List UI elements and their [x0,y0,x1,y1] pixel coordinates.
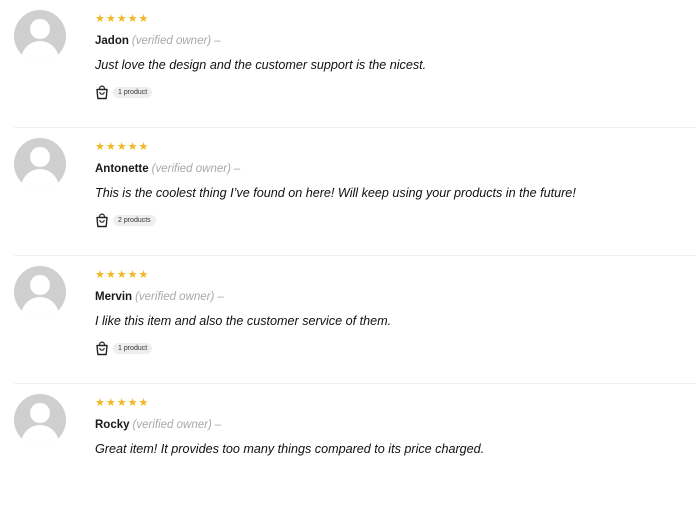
meta-dash: – [233,163,241,175]
shopping-bag-icon [96,213,108,228]
shopping-bag-icon [96,85,108,100]
verified-owner-label: (verified owner) [135,291,215,303]
author-name: Jadon [95,35,129,47]
user-silhouette-icon [20,275,60,318]
review-item: ★★★★★ Jadon (verified owner) – Just love t… [0,0,696,128]
user-silhouette-icon [20,19,60,62]
star-rating: ★★★★★ [95,13,150,25]
verified-owner-label: (verified owner) [131,35,212,47]
star-rating: ★★★★★ [95,269,150,281]
review-item: ★★★★★ Rocky (verified owner) – Great item!… [0,384,696,512]
products-badge: 1 product [113,343,153,354]
review-comment: Great item! It provides too many things … [95,442,485,456]
products-badge: 1 product [113,87,153,98]
review-comment: Just love the design and the customer su… [95,58,427,72]
author-name: Antonette [95,163,149,175]
avatar [14,266,66,318]
author-name: Mervin [95,291,133,303]
avatar [14,138,66,190]
review-item: ★★★★★ Mervin (verified owner) – I like thi… [0,256,696,384]
review-meta: Rocky (verified owner) – [95,418,221,432]
avatar [14,10,66,62]
verified-owner-label: (verified owner) [151,163,231,175]
star-rating: ★★★★★ [95,397,150,409]
verified-owner-label: (verified owner) [132,419,212,431]
meta-dash: – [217,291,224,303]
meta-dash: – [214,35,221,47]
review-meta: Jadon (verified owner) – [95,34,221,48]
review-comment: I like this item and also the customer s… [95,314,392,328]
review-item: ★★★★★ Antonette (verified owner) – This is… [0,128,696,256]
review-comment: This is the coolest thing I’ve found on … [95,186,576,200]
review-meta: Antonette (verified owner) – [95,162,240,176]
user-silhouette-icon [20,147,60,190]
review-meta: Mervin (verified owner) – [95,290,224,304]
products-badge: 2 products [113,215,156,226]
author-name: Rocky [95,419,130,431]
star-rating: ★★★★★ [95,141,150,153]
meta-dash: – [214,419,222,431]
user-silhouette-icon [20,403,60,446]
reviews-list: ★★★★★ Jadon (verified owner) – Just love t… [0,0,696,464]
avatar [14,394,66,446]
shopping-bag-icon [96,341,108,356]
